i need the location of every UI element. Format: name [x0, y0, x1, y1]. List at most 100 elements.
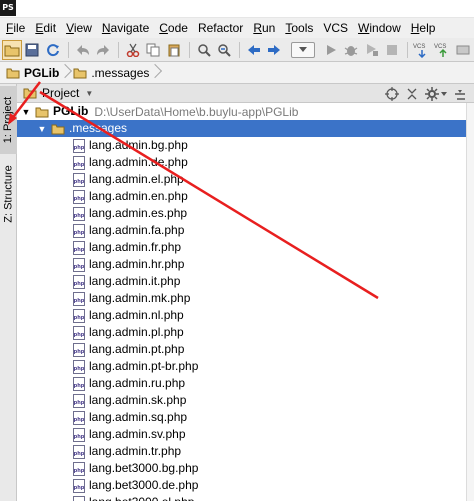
chevron-down-icon — [299, 47, 308, 52]
tree-file-label: lang.admin.mk.php — [89, 291, 191, 305]
folder-icon — [51, 124, 65, 134]
menu-item-code[interactable]: Code — [155, 18, 192, 38]
menu-mnemonic: W — [358, 21, 370, 35]
tree-file-label: lang.admin.pl.php — [89, 325, 184, 339]
more-button[interactable] — [453, 40, 473, 60]
php-file-icon: php — [73, 206, 85, 221]
menu-item-help[interactable]: Help — [407, 18, 440, 38]
project-tree[interactable]: ▼ PGLib D:\UserData\Home\b.buylu-app\PGL… — [17, 103, 474, 501]
tree-file-row[interactable]: php lang.admin.el.php — [17, 171, 474, 188]
expanded-arrow-icon[interactable]: ▼ — [37, 124, 47, 134]
back-button[interactable] — [244, 40, 264, 60]
coverage-icon — [366, 43, 378, 56]
menu-item-edit[interactable]: Edit — [31, 18, 60, 38]
title-bar: PS — [0, 0, 474, 18]
tree-file-row[interactable]: php lang.admin.en.php — [17, 188, 474, 205]
menu-item-window[interactable]: Window — [354, 18, 405, 38]
save-button[interactable] — [23, 40, 43, 60]
folder-icon — [6, 68, 20, 78]
paste-button[interactable] — [164, 40, 184, 60]
breadcrumb-item-pglib[interactable]: PGLib — [6, 62, 73, 84]
breadcrumb-label: PGLib — [24, 65, 60, 80]
menu-item-file[interactable]: File — [2, 18, 29, 38]
tree-file-row[interactable]: php lang.admin.ru.php — [17, 375, 474, 392]
php-file-icon: php — [73, 461, 85, 476]
tree-file-label: lang.admin.en.php — [89, 189, 188, 203]
menu-item-run[interactable]: Run — [249, 18, 279, 38]
tree-file-row[interactable]: php lang.admin.es.php — [17, 205, 474, 222]
coverage-button[interactable] — [362, 40, 382, 60]
tree-file-label: lang.admin.de.php — [89, 155, 188, 169]
tree-file-row[interactable]: php lang.admin.tr.php — [17, 443, 474, 460]
tab-structure-label: Z: Structure — [2, 165, 15, 223]
vcs-update-icon: VCS — [413, 44, 426, 58]
menu-item-refactor[interactable]: Refactor — [194, 18, 247, 38]
tab-structure[interactable]: Z: Structure — [0, 156, 17, 232]
undo-button[interactable] — [73, 40, 93, 60]
menu-mnemonic: V — [66, 21, 74, 35]
settings-button[interactable] — [422, 85, 450, 103]
redo-button[interactable] — [93, 40, 113, 60]
php-file-icon: php — [73, 325, 85, 340]
tree-file-row[interactable]: php lang.admin.pt.php — [17, 341, 474, 358]
open-folder-button[interactable] — [2, 39, 22, 60]
sync-button[interactable] — [43, 40, 63, 60]
vcs-update-button[interactable]: VCS — [412, 40, 432, 60]
tree-file-row[interactable]: php lang.admin.fr.php — [17, 239, 474, 256]
hide-panel-button[interactable] — [450, 85, 470, 103]
breadcrumb-label: .messages — [91, 65, 150, 80]
run-config-dropdown[interactable] — [291, 41, 315, 58]
tree-file-row[interactable]: php lang.admin.de.php — [17, 154, 474, 171]
stop-button[interactable] — [383, 40, 403, 60]
debug-button[interactable] — [341, 40, 361, 60]
tree-file-row[interactable]: php lang.admin.pt-br.php — [17, 358, 474, 375]
run-button[interactable] — [321, 40, 341, 60]
collapse-all-button[interactable] — [402, 85, 422, 103]
find-replace-button[interactable] — [214, 40, 234, 60]
tree-file-row[interactable]: php lang.bet3000.bg.php — [17, 460, 474, 477]
vcs-commit-button[interactable]: VCS — [433, 40, 453, 60]
tree-file-row[interactable]: php lang.admin.nl.php — [17, 307, 474, 324]
tree-file-row[interactable]: php lang.admin.mk.php — [17, 290, 474, 307]
tree-folder-row[interactable]: ▼ .messages — [17, 120, 474, 137]
project-view-selector[interactable]: Project ▼ — [17, 84, 93, 103]
tree-file-row[interactable]: php lang.admin.bg.php — [17, 137, 474, 154]
tree-file-row[interactable]: php lang.bet3000.de.php — [17, 477, 474, 494]
menu-item-view[interactable]: View — [62, 18, 96, 38]
menu-item-vcs[interactable]: VCS — [319, 18, 352, 38]
menu-label: ode — [167, 21, 188, 35]
cut-button[interactable] — [123, 40, 143, 60]
php-file-icon: php — [73, 155, 85, 170]
menu-item-tools[interactable]: Tools — [281, 18, 317, 38]
php-file-icon: php — [73, 189, 85, 204]
tree-file-row[interactable]: php lang.admin.sq.php — [17, 409, 474, 426]
tree-file-row[interactable]: php lang.admin.sk.php — [17, 392, 474, 409]
tree-file-label: lang.bet3000.el.php — [89, 494, 194, 501]
php-file-icon: php — [73, 223, 85, 238]
tree-file-row[interactable]: php lang.admin.hr.php — [17, 256, 474, 273]
menu-label: elp — [419, 21, 436, 35]
tree-file-row[interactable]: php lang.admin.sv.php — [17, 426, 474, 443]
tab-project[interactable]: 1: Project — [0, 86, 17, 154]
tree-file-row[interactable]: php lang.admin.pl.php — [17, 324, 474, 341]
tree-file-row[interactable]: php lang.admin.it.php — [17, 273, 474, 290]
tree-file-label: lang.admin.bg.php — [89, 138, 188, 152]
breadcrumb-item-messages[interactable]: .messages — [73, 62, 163, 84]
tree-file-row[interactable]: php lang.bet3000.el.php — [17, 494, 474, 501]
open-folder-icon — [4, 45, 20, 56]
more-icon — [456, 45, 470, 54]
menu-item-navigate[interactable]: Navigate — [98, 18, 153, 38]
scroll-from-source-button[interactable] — [382, 85, 402, 103]
forward-button[interactable] — [265, 40, 285, 60]
toolbar-separator — [239, 41, 241, 58]
menu-mnemonic: C — [159, 21, 168, 35]
project-folder-icon — [23, 88, 37, 99]
tree-file-row[interactable]: php lang.admin.fa.php — [17, 222, 474, 239]
project-panel-header: Project ▼ — [17, 84, 474, 103]
copy-button[interactable] — [144, 40, 164, 60]
find-button[interactable] — [194, 40, 214, 60]
expanded-arrow-icon[interactable]: ▼ — [21, 107, 31, 117]
sync-icon — [47, 43, 60, 56]
toolbar-separator — [188, 41, 190, 58]
tree-root-row[interactable]: ▼ PGLib D:\UserData\Home\b.buylu-app\PGL… — [17, 103, 474, 120]
